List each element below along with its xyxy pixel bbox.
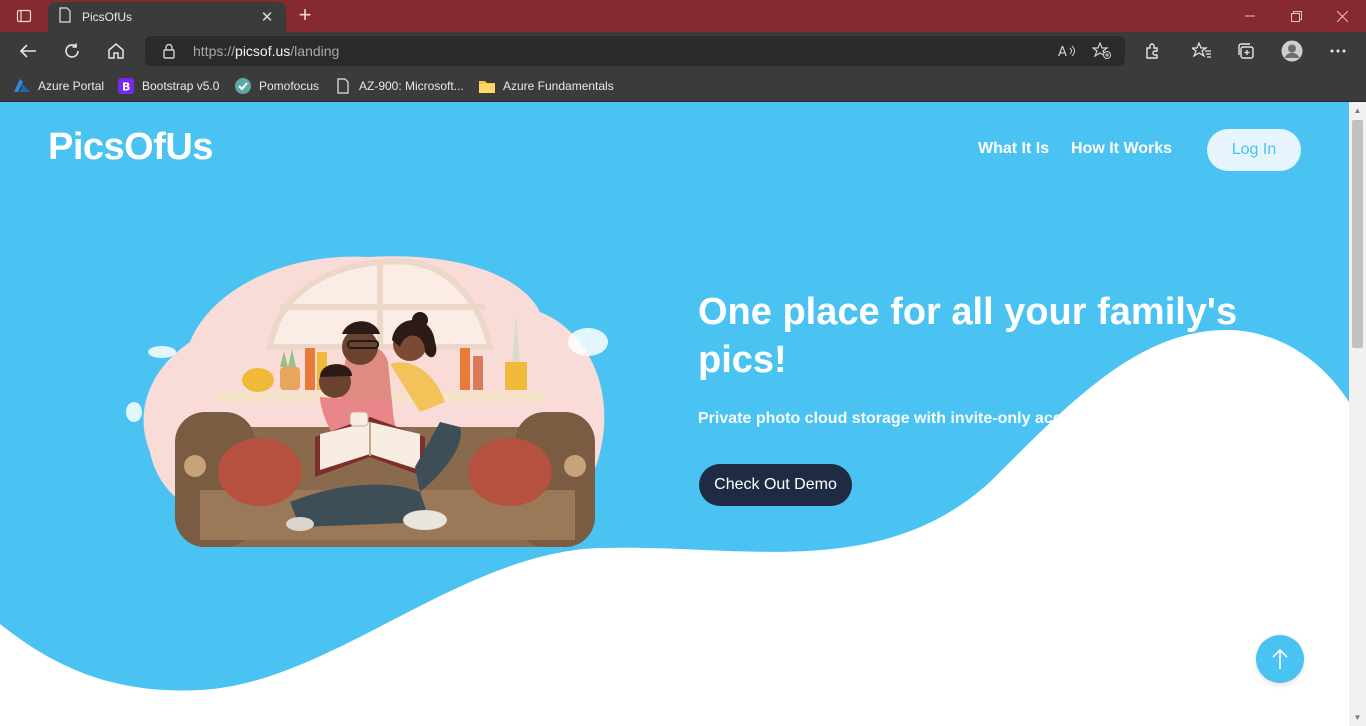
bookmark-label: Bootstrap v5.0 — [142, 79, 220, 93]
bookmark-label: Azure Portal — [38, 79, 105, 93]
page-viewport: PicsOfUs What It Is How It Works Log In — [0, 102, 1349, 726]
folder-icon — [479, 78, 495, 94]
bookmarks-bar: Azure Portal B Bootstrap v5.0 Pomofocus … — [0, 70, 1366, 102]
browser-titlebar: PicsOfUs ✕ + — [0, 0, 1366, 32]
arrow-up-icon — [1272, 648, 1288, 669]
bookmark-label: AZ-900: Microsoft... — [359, 79, 464, 93]
tab-title: PicsOfUs — [82, 10, 133, 24]
extensions-icon[interactable] — [1137, 36, 1169, 66]
restore-icon[interactable] — [1273, 0, 1319, 32]
browser-toolbar: https://picsof.us/landing A — [0, 32, 1366, 70]
tab-actions-icon[interactable] — [8, 4, 40, 28]
site-logo[interactable]: PicsOfUs — [48, 126, 213, 169]
favorites-icon[interactable] — [1186, 36, 1218, 66]
nav-how-it-works[interactable]: How It Works — [1071, 140, 1172, 158]
hero-subtitle: Private photo cloud storage with invite-… — [698, 410, 1089, 427]
bookmark-label: Pomofocus — [259, 79, 320, 93]
bootstrap-icon: B — [118, 78, 134, 94]
bookmark-az900[interactable]: AZ-900: Microsoft... — [335, 76, 464, 96]
refresh-icon[interactable] — [56, 36, 88, 66]
read-aloud-icon[interactable]: A — [1055, 40, 1079, 62]
page-favicon — [58, 6, 72, 28]
azure-icon — [14, 78, 30, 94]
scroll-down-arrow-icon[interactable]: ▼ — [1353, 713, 1362, 722]
page-scrollbar[interactable]: ▲ ▼ — [1349, 102, 1366, 726]
lock-icon[interactable] — [157, 40, 181, 62]
collections-icon[interactable] — [1230, 36, 1262, 66]
bookmark-label: Azure Fundamentals — [503, 79, 614, 93]
profile-avatar-icon[interactable] — [1276, 36, 1308, 66]
home-icon[interactable] — [100, 36, 132, 66]
close-window-icon[interactable] — [1319, 0, 1365, 32]
back-icon[interactable] — [12, 36, 44, 66]
scroll-up-arrow-icon[interactable]: ▲ — [1353, 106, 1362, 115]
url-host: picsof.us — [235, 43, 291, 59]
new-tab-icon[interactable]: + — [292, 4, 318, 28]
add-favorite-icon[interactable] — [1090, 40, 1114, 62]
url-text[interactable]: https://picsof.us/landing — [193, 43, 339, 59]
svg-text:A: A — [1058, 45, 1067, 59]
check-out-demo-button[interactable]: Check Out Demo — [699, 464, 852, 506]
bookmark-azure-fundamentals[interactable]: Azure Fundamentals — [479, 76, 614, 96]
hero-title: One place for all your family's pics! — [698, 291, 1238, 381]
bookmark-bootstrap[interactable]: B Bootstrap v5.0 — [118, 76, 219, 96]
scroll-to-top-button[interactable] — [1256, 635, 1304, 683]
minimize-icon[interactable] — [1227, 0, 1273, 32]
scroll-thumb[interactable] — [1352, 120, 1363, 348]
svg-text:B: B — [122, 81, 130, 94]
pomofocus-check-icon — [235, 78, 251, 94]
bookmark-azure-portal[interactable]: Azure Portal — [14, 76, 104, 96]
url-path: /landing — [290, 43, 340, 59]
more-menu-icon[interactable] — [1322, 36, 1354, 66]
tab-close-icon[interactable]: ✕ — [258, 8, 276, 26]
url-prefix: https:// — [193, 43, 236, 59]
bookmark-pomofocus[interactable]: Pomofocus — [235, 76, 319, 96]
page-icon — [335, 78, 351, 94]
login-button[interactable]: Log In — [1207, 129, 1301, 171]
address-bar[interactable]: https://picsof.us/landing A — [145, 36, 1125, 66]
browser-tab[interactable]: PicsOfUs ✕ — [48, 2, 286, 32]
family-reading-illustration — [126, 256, 608, 547]
nav-what-it-is[interactable]: What It Is — [978, 140, 1049, 158]
